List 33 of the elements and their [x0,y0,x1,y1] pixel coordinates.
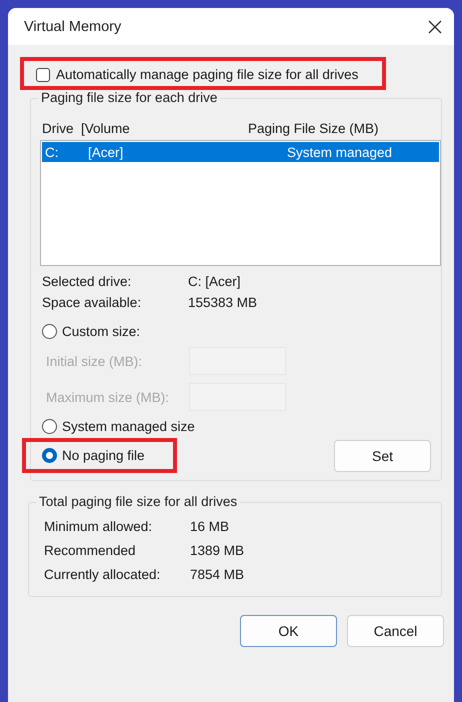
column-header: Drive [Volume [42,121,131,136]
set-button[interactable]: Set [334,440,431,472]
group-title: Paging file size for each drive [38,90,220,105]
window-title: Virtual Memory [24,18,122,34]
close-icon[interactable] [428,20,442,34]
total-label: Recommended [44,543,137,558]
radio-button[interactable] [42,448,57,463]
checkbox-label: Automatically manage paging file size for all drives [56,67,358,82]
info-label: Selected drive: [42,274,132,289]
drive-row[interactable]: C: [Acer] System managed [42,142,439,162]
field-label: Maximum size (MB): [46,390,170,404]
size-cell-text: System managed [287,144,394,160]
total-value: 7854 MB [190,567,246,582]
total-label: Minimum allowed: [44,519,154,534]
volume-cell-text: [Acer] [88,144,124,160]
option-label: System managed size [62,419,195,434]
info-value: 155383 MB [188,295,258,310]
total-value: 1389 MB [190,543,246,558]
checkbox[interactable] [36,68,50,82]
field-label: Initial size (MB): [46,354,144,368]
total-value: 16 MB [190,519,230,534]
group-title: Total paging file size for all drives [36,494,240,509]
cancel-button[interactable]: Cancel [347,615,444,647]
radio-button[interactable] [42,324,57,339]
info-value: C: [Acer] [188,274,242,289]
option-label: Custom size: [62,324,140,339]
ok-button[interactable]: OK [240,615,337,647]
info-label: Space available: [42,295,142,310]
option-label: No paging file [62,448,145,463]
radio-button[interactable] [42,419,57,434]
column-header: Paging File Size (MB) [248,121,380,136]
drive-cell-text: C: [45,144,60,160]
total-label: Currently allocated: [44,567,162,582]
